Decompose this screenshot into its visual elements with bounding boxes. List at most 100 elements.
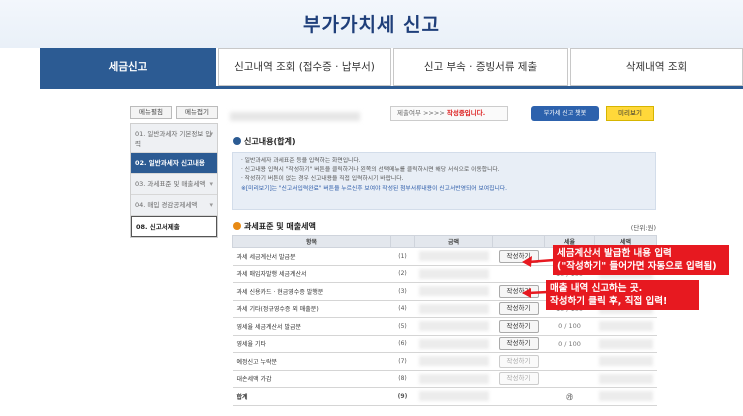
sidebar-item-basic-info[interactable]: 01. 일반과세자 기본정보 입력 ▾: [131, 124, 217, 153]
row-number: (9): [390, 387, 415, 406]
amount-field[interactable]: [414, 387, 493, 406]
sidebar-item-label: 03. 과세표준 및 매출세액: [135, 180, 206, 188]
row-number: (1): [390, 247, 415, 266]
tab-underline: [40, 86, 743, 89]
col-header: [390, 235, 415, 248]
col-header: 금액: [414, 235, 493, 248]
tab-attachments[interactable]: 신고 부속 · 증빙서류 제출: [393, 48, 568, 86]
info-line: · 일반과세자 과세표준 등을 입력하는 화면입니다.: [241, 158, 361, 164]
action-cell: 작성하기: [492, 352, 545, 371]
action-cell: 작성하기: [492, 317, 545, 336]
row-number: (6): [390, 335, 415, 353]
col-header: 항목: [232, 235, 391, 248]
amount-field[interactable]: [414, 282, 493, 301]
row-item: 과세 세금계산서 발급분: [232, 247, 391, 266]
section-title-tax-base: 과세표준 및 매출세액: [233, 221, 316, 232]
row-item: 대손세액 가감: [232, 370, 391, 388]
menu-expand-button[interactable]: 메뉴펼침: [130, 106, 172, 119]
tab-deleted-history[interactable]: 삭제내역 조회: [570, 48, 743, 86]
action-cell: 작성하기: [492, 300, 545, 318]
annotation-line: ("작성하기" 들어가면 자동으로 입력됨): [557, 261, 717, 272]
tab-filing-history[interactable]: 신고내역 조회 (접수증 · 납부서): [218, 48, 391, 86]
amount-field[interactable]: [414, 265, 493, 283]
tax-amount-field[interactable]: [594, 387, 657, 406]
row-number: (7): [390, 352, 415, 371]
tax-rate: [544, 352, 595, 371]
table-row: 예정신고 누락분 (7) 작성하기: [232, 352, 657, 371]
info-line: · 신고내용 입력시 "작성하기" 버튼을 클릭하거나 왼쪽의 선택메뉴를 클릭…: [241, 167, 500, 174]
row-item: 영세율 세금계산서 발급분: [232, 317, 391, 336]
section-title-text: 신고내용(합계): [244, 137, 296, 146]
tax-rate: 0 / 100: [544, 335, 595, 353]
tax-rate: ㉮: [544, 387, 595, 406]
section-title-text: 과세표준 및 매출세액: [244, 222, 316, 231]
info-box: · 일반과세자 과세표준 등을 입력하는 화면입니다. · 신고내용 입력시 "…: [232, 152, 656, 210]
row-item: 과세 기타(정규영수증 외 매출분): [232, 300, 391, 318]
row-item: 과세 신용카드 · 현금영수증 발행분: [232, 282, 391, 301]
main-tabs: 세금신고 신고내역 조회 (접수증 · 납부서) 신고 부속 · 증빙서류 제출…: [40, 48, 743, 89]
info-line: ※[미리보기]는 "신고서입력완료" 버튼을 누르신후 보여야 작성된 첨부서류…: [241, 185, 507, 192]
amount-field[interactable]: [414, 370, 493, 388]
write-button[interactable]: 작성하기: [498, 372, 539, 386]
amount-field[interactable]: [414, 300, 493, 318]
amount-field[interactable]: [414, 317, 493, 336]
chatbot-button[interactable]: 부가세 신고 챗봇: [531, 106, 599, 121]
chevron-down-icon: ▾: [209, 180, 213, 188]
amount-field[interactable]: [414, 352, 493, 371]
arrow-icon: [522, 256, 555, 267]
chevron-down-icon: ▾: [209, 201, 213, 209]
action-cell: [492, 387, 545, 406]
amount-field[interactable]: [414, 247, 493, 266]
bullet-icon: [233, 137, 241, 145]
table-row: 합계 (9) ㉮: [232, 387, 657, 406]
bullet-icon: [233, 222, 241, 230]
chevron-down-icon: ▾: [209, 130, 213, 138]
sidebar-item-label: 04. 매입 경감공제세액: [135, 201, 198, 209]
tax-amount-field[interactable]: [594, 335, 657, 353]
preview-button[interactable]: 미리보기: [606, 106, 654, 121]
table-row: 영세율 기타 (6) 작성하기 0 / 100: [232, 335, 657, 353]
row-item: 과세 매입자발행 세금계산서: [232, 265, 391, 283]
annotation-line: 세금계산서 발급한 내용 입력: [557, 248, 672, 259]
sidebar-item-purchase-deduction[interactable]: 04. 매입 경감공제세액 ▾: [131, 195, 217, 216]
sidebar: 메뉴펼침 메뉴접기 01. 일반과세자 기본정보 입력 ▾ 02. 일반과세자 …: [130, 106, 218, 238]
sidebar-item-tax-base[interactable]: 03. 과세표준 및 매출세액 ▾: [131, 174, 217, 195]
tab-tax-filing[interactable]: 세금신고: [40, 48, 216, 86]
amount-field[interactable]: [414, 335, 493, 353]
row-item: 합계: [232, 387, 391, 406]
write-button[interactable]: 작성하기: [498, 354, 539, 368]
menu-collapse-button[interactable]: 메뉴접기: [176, 106, 218, 119]
tax-rate: 0 / 100: [544, 317, 595, 336]
sidebar-item-filing-content[interactable]: 02. 일반과세자 신고내용: [131, 153, 217, 174]
row-number: (2): [390, 265, 415, 283]
row-item: 예정신고 누락분: [232, 352, 391, 371]
status-value: 작성중입니다.: [446, 109, 486, 117]
sidebar-item-label: 08. 신고서제출: [136, 223, 180, 231]
info-line: · 작성하기 버튼이 없는 경우 신고내용을 직접 입력하시기 바랍니다.: [241, 176, 404, 183]
page-header: 부가가치세 신고: [0, 0, 743, 48]
tax-rate: [544, 370, 595, 388]
row-item: 영세율 기타: [232, 335, 391, 353]
row-number: (4): [390, 300, 415, 318]
annotation-invoice: 세금계산서 발급한 내용 입력 ("작성하기" 들어가면 자동으로 입력됨): [553, 245, 729, 275]
write-button[interactable]: 작성하기: [498, 337, 539, 351]
row-number: (5): [390, 317, 415, 336]
sidebar-menu: 01. 일반과세자 기본정보 입력 ▾ 02. 일반과세자 신고내용 03. 과…: [130, 123, 218, 238]
row-number: (8): [390, 370, 415, 388]
section-title-summary: 신고내용(합계): [233, 136, 295, 147]
tax-amount-field[interactable]: [594, 317, 657, 336]
submission-status: 제출여부 >>>> 작성중입니다.: [390, 106, 508, 121]
write-button[interactable]: 작성하기: [498, 319, 539, 333]
sidebar-item-submit[interactable]: 08. 신고서제출: [131, 216, 217, 237]
tax-amount-field[interactable]: [594, 370, 657, 388]
arrow-icon: [522, 288, 549, 298]
action-cell: 작성하기: [492, 335, 545, 353]
status-label: 제출여부 >>>>: [397, 109, 445, 117]
annotation-sales: 매출 내역 신고하는 곳. 작성하기 클릭 후, 직접 입력!: [546, 280, 699, 310]
write-button[interactable]: 작성하기: [498, 302, 539, 316]
sidebar-item-label: 02. 일반과세자 신고내용: [135, 159, 205, 167]
tax-amount-field[interactable]: [594, 352, 657, 371]
table-row: 영세율 세금계산서 발급분 (5) 작성하기 0 / 100: [232, 317, 657, 336]
blurred-info: [230, 112, 360, 121]
unit-label: (단위:원): [630, 224, 656, 232]
